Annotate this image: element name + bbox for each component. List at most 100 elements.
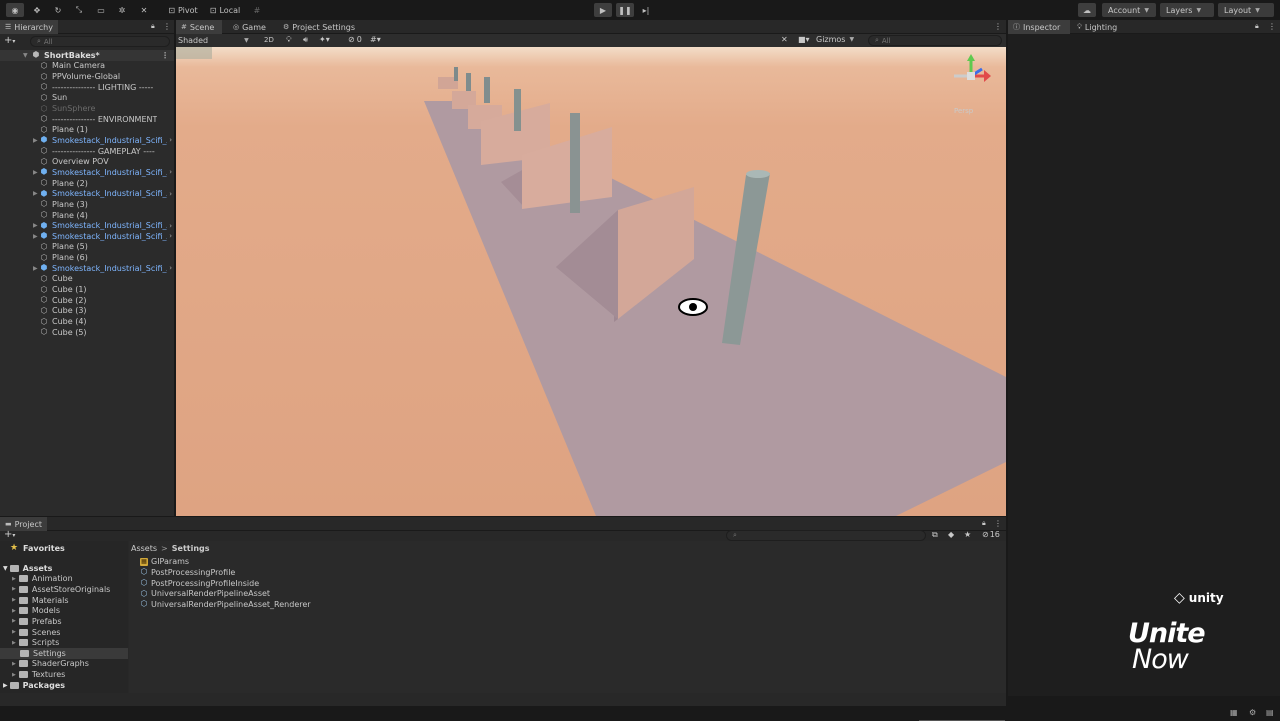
hierarchy-item[interactable]: ▶ ⬢ Smokestack_Industrial_Scifi_A › — [0, 167, 174, 178]
account-dropdown[interactable]: Account ▼ — [1102, 3, 1156, 17]
hierarchy-item[interactable]: ▶ ⬢ Smokestack_Industrial_Scifi_A › — [0, 135, 174, 146]
more-options-icon[interactable]: ⋮ — [163, 22, 171, 31]
favorite-star-icon[interactable]: ★ — [964, 530, 971, 539]
camera-dropdown-icon[interactable]: ■▾ — [798, 35, 810, 44]
chevron-right-icon[interactable]: ▶ — [12, 618, 16, 624]
chevron-down-icon[interactable]: ▼ — [23, 52, 28, 59]
hierarchy-item[interactable]: ⬡ Cube (3) — [0, 306, 174, 317]
breadcrumb-assets[interactable]: Assets — [131, 544, 157, 553]
play-button[interactable]: ▶ — [594, 3, 612, 17]
open-prefab-icon[interactable]: › — [169, 232, 172, 240]
folder-item[interactable]: Settings — [0, 648, 128, 659]
tab-lighting[interactable]: 💡︎ Lighting — [1072, 20, 1122, 34]
open-prefab-icon[interactable]: › — [169, 190, 172, 198]
progress-icon[interactable]: ▦ — [1230, 708, 1238, 717]
audio-toggle-icon[interactable]: 🔊︎ — [303, 35, 308, 45]
folder-item[interactable]: ▶ Models — [0, 605, 128, 616]
folder-item[interactable]: ▶ Textures — [0, 669, 128, 680]
folder-item[interactable]: ▶ Scenes — [0, 627, 128, 638]
local-toggle[interactable]: ⊡ Local — [206, 3, 244, 17]
hierarchy-item[interactable]: ⬡ SunSphere — [0, 103, 174, 114]
tab-scene[interactable]: # Scene — [176, 20, 222, 34]
favorites-header[interactable]: ★ Favorites — [10, 543, 65, 554]
chevron-right-icon[interactable]: ▶ — [12, 629, 16, 635]
folder-item[interactable]: ▶ Scripts — [0, 637, 128, 648]
chevron-right-icon[interactable]: ▶ — [12, 576, 16, 582]
chevron-right-icon[interactable]: ▶ — [33, 222, 38, 229]
chevron-right-icon[interactable]: ▶ — [33, 190, 38, 197]
asset-item[interactable]: ⬡ UniversalRenderPipelineAsset_Renderer — [140, 599, 311, 610]
hierarchy-item[interactable]: ⬡ Plane (5) — [0, 242, 174, 253]
orientation-gizmo[interactable]: Persp — [948, 53, 994, 115]
chevron-right-icon[interactable]: ▶ — [33, 169, 38, 176]
more-options-icon[interactable]: ⋮ — [994, 519, 1002, 528]
hierarchy-item[interactable]: ⬡ Plane (6) — [0, 252, 174, 263]
hierarchy-item[interactable]: ⬡ Cube (2) — [0, 295, 174, 306]
packages-root[interactable]: ▶ Packages — [3, 680, 65, 691]
hierarchy-item[interactable]: ▶ ⬢ Smokestack_Industrial_Scifi_A › — [0, 231, 174, 242]
chevron-right-icon[interactable]: ▶ — [12, 672, 16, 678]
folder-item[interactable]: ▶ AssetStoreOriginals — [0, 584, 128, 595]
tab-inspector[interactable]: ⓘ Inspector — [1008, 20, 1070, 34]
filter-label-icon[interactable]: ◆ — [948, 530, 954, 539]
hierarchy-item[interactable]: ⬡ PPVolume-Global — [0, 71, 174, 82]
toggle-2d-button[interactable]: 2D — [264, 36, 274, 44]
create-asset-button[interactable]: +▾ — [4, 529, 15, 540]
more-options-icon[interactable]: ⋮ — [1268, 22, 1276, 31]
folder-item[interactable]: ▶ Animation — [0, 574, 128, 585]
chevron-right-icon[interactable]: ▶ — [33, 233, 38, 240]
chevron-right-icon[interactable]: ▶ — [12, 597, 16, 603]
hierarchy-item[interactable]: ⬡ Cube (1) — [0, 284, 174, 295]
hierarchy-item[interactable]: ⬡ Plane (1) — [0, 125, 174, 136]
grid-snap-icon[interactable]: # — [248, 3, 266, 17]
asset-item[interactable]: ⬡ PostProcessingProfileInside — [140, 578, 260, 589]
pivot-toggle[interactable]: ⊡ Pivot — [164, 3, 202, 17]
assets-root[interactable]: ▼ Assets — [3, 563, 52, 574]
hierarchy-item[interactable]: ▶ ⬢ Smokestack_Industrial_Scifi_A › — [0, 188, 174, 199]
collab-icon[interactable]: ▤ — [1266, 708, 1274, 717]
open-prefab-icon[interactable]: › — [169, 222, 172, 230]
folder-item[interactable]: ▶ Prefabs — [0, 616, 128, 627]
scene-menu-icon[interactable]: ⋮ — [161, 51, 169, 60]
open-prefab-icon[interactable]: › — [169, 264, 172, 272]
asset-item[interactable]: ⬡ UniversalRenderPipelineAsset — [140, 588, 271, 599]
layout-dropdown[interactable]: Layout ▼ — [1218, 3, 1274, 17]
open-prefab-icon[interactable]: › — [169, 136, 172, 144]
create-button[interactable]: +▾ — [4, 35, 15, 46]
hierarchy-item[interactable]: ▶ ⬢ Smokestack_Industrial_Scifi_A › — [0, 263, 174, 274]
lighting-toggle-icon[interactable]: 💡︎ — [286, 35, 292, 45]
scene-search-input[interactable]: ⌕ All — [868, 35, 1002, 46]
chevron-right-icon[interactable]: ▶ — [12, 661, 16, 667]
tools-icon[interactable]: ✕ — [781, 35, 788, 44]
hierarchy-item[interactable]: ⬡ Plane (4) — [0, 210, 174, 221]
effects-dropdown-icon[interactable]: ✦▾ — [319, 35, 330, 44]
pause-button[interactable]: ❚❚ — [616, 3, 634, 17]
folder-item[interactable]: ▶ Materials — [0, 595, 128, 606]
breadcrumb-settings[interactable]: Settings — [172, 544, 210, 553]
tab-hierarchy[interactable]: ☰ Hierarchy — [0, 20, 58, 34]
chevron-right-icon[interactable]: ▶ — [12, 608, 16, 614]
rotate-tool-icon[interactable]: ↻ — [49, 3, 67, 17]
cloud-icon[interactable]: ☁ — [1078, 3, 1096, 17]
chevron-right-icon[interactable]: ▶ — [12, 640, 16, 646]
hierarchy-item[interactable]: ⬡ Cube (5) — [0, 327, 174, 338]
hierarchy-item[interactable]: ⬡ --------------- GAMEPLAY ---- — [0, 146, 174, 157]
step-button[interactable]: ▸| — [637, 3, 655, 17]
hierarchy-item[interactable]: ⬡ Main Camera — [0, 61, 174, 72]
layers-dropdown[interactable]: Layers ▼ — [1160, 3, 1214, 17]
hierarchy-item[interactable]: ▶ ⬢ Smokestack_Industrial_Scifi_A › — [0, 220, 174, 231]
chevron-right-icon[interactable]: ▶ — [12, 586, 16, 592]
hidden-packages-toggle[interactable]: ⊘ 16 — [982, 530, 1000, 539]
chevron-right-icon[interactable]: ▶ — [33, 137, 38, 144]
hierarchy-item[interactable]: ⬡ Plane (3) — [0, 199, 174, 210]
open-prefab-icon[interactable]: › — [169, 168, 172, 176]
lock-icon[interactable]: 🔒︎ — [151, 22, 155, 31]
hierarchy-search-input[interactable]: ⌕ All — [30, 36, 170, 47]
transform-tool-icon[interactable]: ✲ — [113, 3, 131, 17]
asset-item[interactable]: ▦ GIParams — [140, 557, 189, 568]
persp-label[interactable]: Persp — [954, 107, 973, 115]
hidden-objects-toggle[interactable]: ⊘ 0 — [348, 35, 362, 44]
chevron-right-icon[interactable]: ▶ — [33, 265, 38, 272]
hierarchy-item[interactable]: ⬡ Cube — [0, 274, 174, 285]
tab-game[interactable]: ◎ Game — [228, 20, 271, 34]
